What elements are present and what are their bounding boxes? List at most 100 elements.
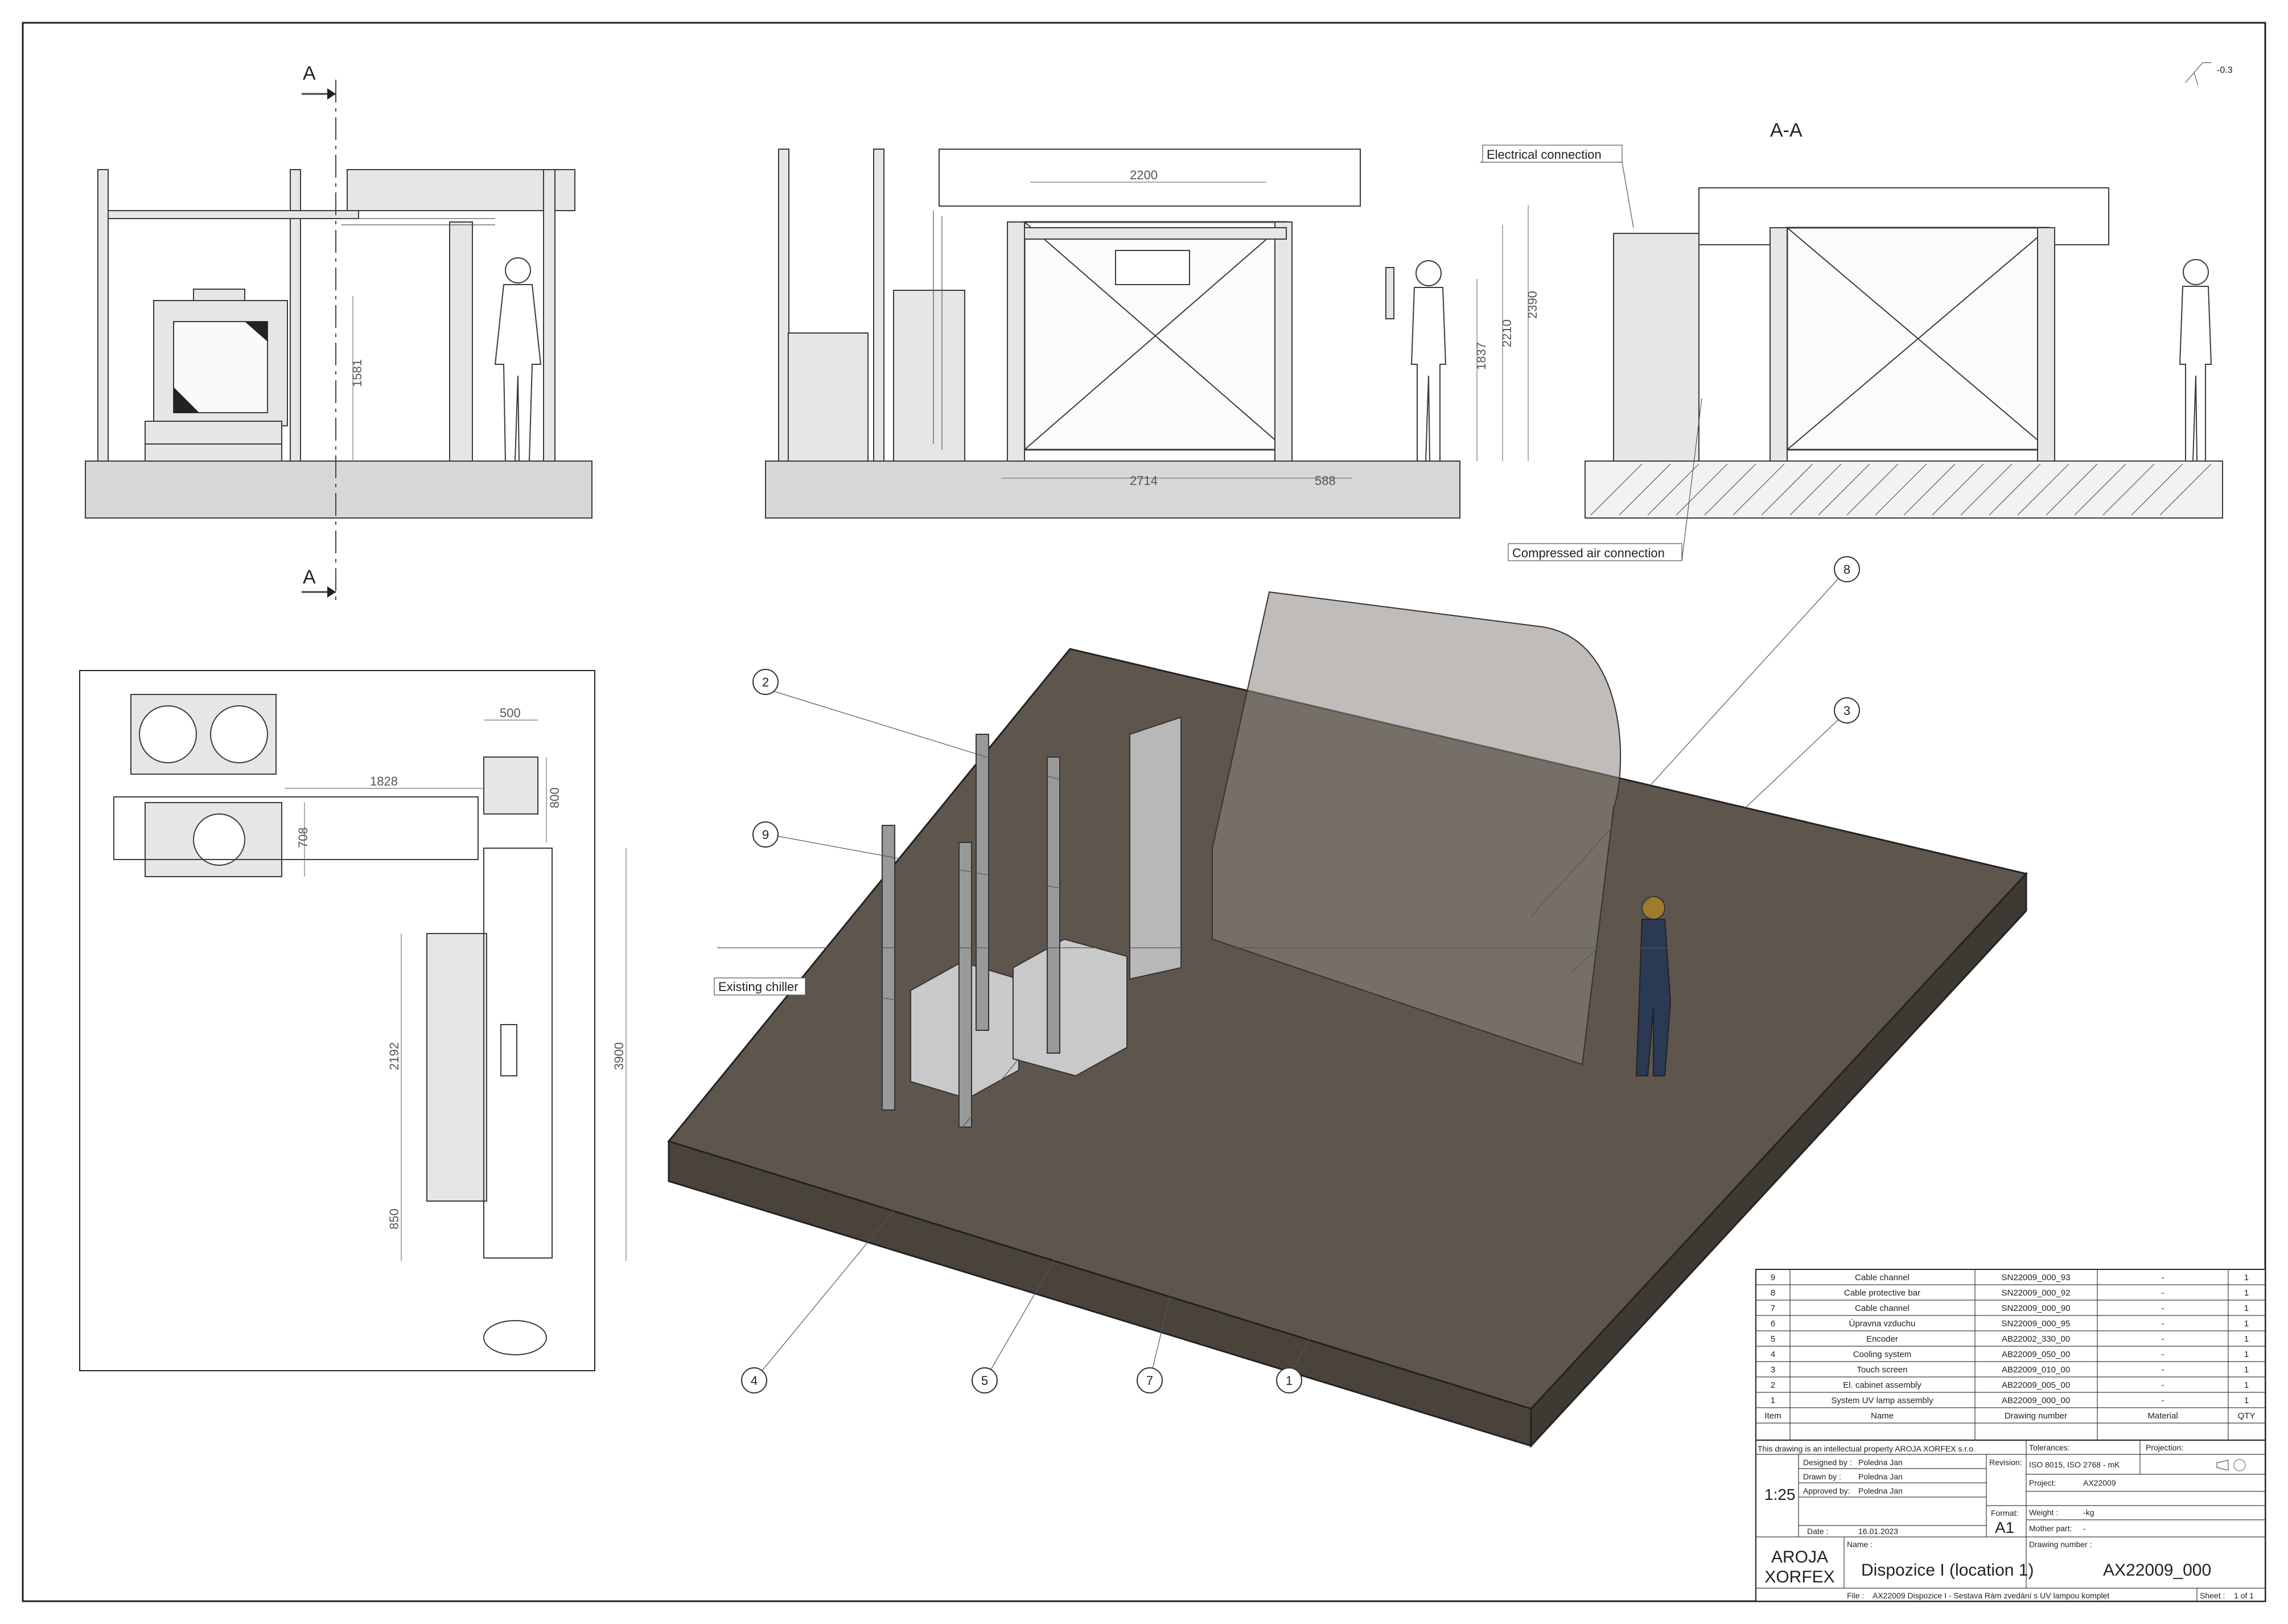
dimension-front-h1: 1837	[1474, 342, 1488, 370]
bom-header-number: Drawing number	[2005, 1411, 2067, 1421]
dimension-front-h3: 2390	[1525, 291, 1540, 319]
section-marker-bottom: A	[303, 566, 316, 588]
roughness-symbol: -0.3	[2185, 62, 2233, 86]
svg-text:Project:: Project:	[2029, 1478, 2056, 1487]
svg-text:Format:: Format:	[1991, 1508, 2018, 1518]
iso-chiller-2	[1013, 938, 1127, 1077]
bom-cell-qty: 1	[2244, 1288, 2249, 1298]
bom-cell-material: -	[2162, 1288, 2164, 1298]
bom-cell-number: AB22002_330_00	[2002, 1334, 2070, 1344]
company-name-line1: AROJA	[1771, 1548, 1828, 1567]
bom-cell-material: -	[2162, 1319, 2164, 1329]
balloon-1: 1	[1276, 1367, 1302, 1393]
bom-cell-name: Cable channel	[1855, 1273, 1910, 1282]
bom-cell-number: AB22009_005_00	[2002, 1380, 2070, 1390]
bom-cell-qty: 1	[2244, 1273, 2249, 1282]
svg-text:9: 9	[762, 828, 769, 842]
dimension-plan-len3: 850	[387, 1208, 401, 1230]
svg-text:Drawn by :: Drawn by :	[1803, 1472, 1841, 1481]
bom-cell-number: SN22009_000_95	[2002, 1319, 2071, 1329]
tolerances-value: ISO 8015, ISO 2768 - mK	[2029, 1460, 2120, 1469]
svg-text:Tolerances:: Tolerances:	[2029, 1443, 2070, 1452]
bom-cell-number: AB22009_050_00	[2002, 1350, 2070, 1359]
front-view-floor	[765, 461, 1460, 519]
bom-header-material: Material	[2147, 1411, 2178, 1421]
svg-text:8: 8	[1843, 562, 1850, 577]
bom-cell-number: SN22009_000_93	[2002, 1273, 2071, 1282]
bom-cell-number: AB22009_000_00	[2002, 1396, 2070, 1405]
person-figure-side	[494, 257, 542, 462]
bom-cell-item: 3	[1771, 1365, 1775, 1375]
bom-cell-name: System UV lamp assembly	[1831, 1396, 1933, 1405]
section-title: A-A	[1770, 120, 1803, 141]
bom-cell-item: 1	[1771, 1396, 1775, 1405]
dimension-front-offset: 588	[1315, 474, 1336, 488]
bom-cell-name: Cable channel	[1855, 1304, 1910, 1313]
bom-cell-qty: 1	[2244, 1380, 2249, 1390]
bom-cell-item: 8	[1771, 1288, 1775, 1298]
callout-existing-chiller: Existing chiller	[718, 980, 799, 994]
bom-cell-name: Encoder	[1866, 1334, 1898, 1344]
bom-cell-material: -	[2162, 1350, 2164, 1359]
weight-value: -kg	[2083, 1508, 2094, 1517]
bom-cell-item: 4	[1771, 1350, 1775, 1359]
svg-text:2: 2	[762, 675, 769, 689]
svg-text:Approved by:: Approved by:	[1803, 1486, 1850, 1495]
svg-text:Date :: Date :	[1807, 1527, 1828, 1536]
bom-cell-number: SN22009_000_90	[2002, 1304, 2071, 1313]
date-value: 16.01.2023	[1858, 1527, 1898, 1536]
bom-cell-qty: 1	[2244, 1334, 2249, 1344]
bom-cell-name: Cooling system	[1853, 1350, 1912, 1359]
bom-cell-name: Úpravna vzduchu	[1849, 1319, 1916, 1329]
bom-cell-material: -	[2162, 1396, 2164, 1405]
person-figure-front	[1410, 260, 1447, 462]
drawing-sheet: -0.3 A A 1581 2200 2714 588 1837 2210 23…	[22, 22, 2266, 1602]
svg-text:-0.3: -0.3	[2217, 65, 2233, 75]
scale-value: 1:25	[1764, 1486, 1796, 1503]
title-block: This drawing is an intellectual property…	[1755, 1440, 2266, 1602]
bom-cell-name: Cable protective bar	[1844, 1288, 1920, 1298]
side-view: A A 1581	[85, 63, 592, 603]
dimension-plan-len1: 2192	[387, 1042, 401, 1070]
plan-view: 500 1828 800 708 2192 3900 850	[79, 670, 627, 1371]
drawing-number-value: AX22009_000	[2103, 1561, 2211, 1580]
approved-by-value: Poledna Jan	[1858, 1486, 1903, 1495]
dimension-plan-span: 1828	[370, 774, 398, 788]
project-value: AX22009	[2083, 1478, 2116, 1487]
person-figure-iso	[1635, 896, 1672, 1076]
bom-cell-material: -	[2162, 1304, 2164, 1313]
bom-cell-qty: 1	[2244, 1319, 2249, 1329]
svg-text:Mother part:: Mother part:	[2029, 1524, 2072, 1533]
dimension-plan-len2: 3900	[612, 1042, 626, 1070]
revision-label: Revision:	[1989, 1458, 2022, 1467]
balloon-2: 2	[752, 669, 779, 695]
svg-text:4: 4	[751, 1374, 758, 1388]
balloon-7: 7	[1137, 1367, 1163, 1393]
callout-electrical-connection: Electrical connection	[1487, 147, 1602, 162]
svg-text:1: 1	[1286, 1374, 1293, 1388]
svg-text:Weight :: Weight :	[2029, 1508, 2058, 1517]
file-value: AX22009 Dispozice I - Sestava Rám zvedán…	[1873, 1591, 2109, 1600]
bom-cell-name: Touch screen	[1857, 1365, 1907, 1375]
dimension-front-width-top: 2200	[1130, 168, 1158, 182]
svg-text:7: 7	[1146, 1374, 1153, 1388]
balloon-8: 8	[1834, 556, 1860, 582]
bom-cell-item: 6	[1771, 1319, 1775, 1329]
dimension-plan-width: 500	[500, 706, 521, 720]
balloon-4: 4	[741, 1367, 767, 1393]
company-name-line2: XORFEX	[1764, 1568, 1834, 1586]
svg-text:5: 5	[981, 1374, 988, 1388]
bom-cell-item: 5	[1771, 1334, 1775, 1344]
bom-cell-item: 2	[1771, 1380, 1775, 1390]
balloon-5: 5	[972, 1367, 998, 1393]
section-a-a-view: A-A Electrical connection Compressed air…	[1480, 120, 2223, 561]
bom-cell-item: 9	[1771, 1273, 1775, 1282]
format-value: A1	[1995, 1519, 2014, 1536]
svg-text:Drawing number :: Drawing number :	[2029, 1540, 2092, 1549]
bom-cell-material: -	[2162, 1334, 2164, 1344]
mother-part-value: -	[2083, 1524, 2086, 1533]
bom-cell-item: 7	[1771, 1304, 1775, 1313]
person-figure-section	[2179, 259, 2212, 462]
bom-cell-qty: 1	[2244, 1396, 2249, 1405]
svg-text:Name :: Name :	[1847, 1540, 1873, 1549]
